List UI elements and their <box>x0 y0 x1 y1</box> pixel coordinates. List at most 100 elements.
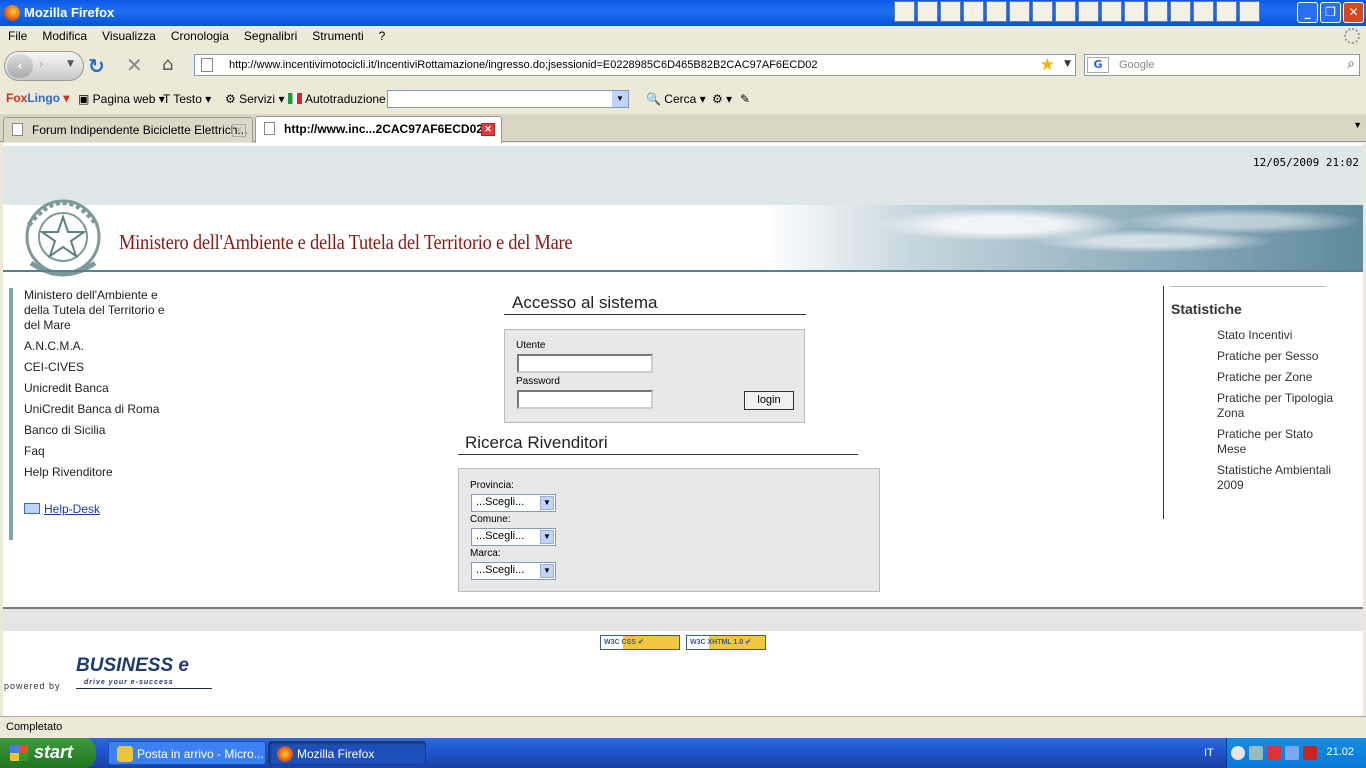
stop-icon[interactable]: ✕ <box>126 55 143 75</box>
pagina-web-button[interactable]: ▣ Pagina web ▾ <box>78 92 165 106</box>
stats-link-stato-incentivi[interactable]: Stato Incentivi <box>1217 328 1337 343</box>
menu-cronologia[interactable]: Cronologia <box>171 26 236 46</box>
menu-file[interactable]: File <box>8 26 34 46</box>
word-icon[interactable] <box>1078 1 1099 22</box>
menu-modifica[interactable]: Modifica <box>42 26 94 46</box>
stats-link-zone[interactable]: Pratiche per Zone <box>1217 370 1337 385</box>
app-icon[interactable] <box>986 1 1007 22</box>
start-button[interactable]: start <box>0 738 96 768</box>
left-navigation: Ministero dell'Ambiente e della Tutela d… <box>9 288 169 540</box>
username-input[interactable] <box>517 354 653 373</box>
nav-link-banco-sicilia[interactable]: Banco di Sicilia <box>24 423 169 438</box>
comune-value: ...Scegli... <box>476 530 525 542</box>
nav-link-help-rivenditore[interactable]: Help Rivenditore <box>24 465 169 480</box>
task-label: Posta in arrivo - Micro... <box>137 747 264 761</box>
nav-link-unicredit[interactable]: Unicredit Banca <box>24 381 169 396</box>
foxlingo-select[interactable]: ▼ <box>387 90 629 108</box>
network-icon[interactable] <box>1249 746 1263 760</box>
menu-visualizza[interactable]: Visualizza <box>102 26 163 46</box>
testo-button[interactable]: T Testo ▾ <box>163 92 211 106</box>
nav-link-ancma[interactable]: A.N.C.M.A. <box>24 339 169 354</box>
nav-link-ministero[interactable]: Ministero dell'Ambiente e della Tutela d… <box>24 288 169 333</box>
search-bar[interactable]: G Google ⌕ <box>1084 54 1360 76</box>
url-dropdown-icon[interactable]: ▼ <box>1064 59 1071 69</box>
tray-collapse-icon[interactable] <box>1231 746 1245 760</box>
taskbar-item-outlook[interactable]: Posta in arrivo - Micro... <box>108 741 266 765</box>
app-icon[interactable] <box>1239 1 1260 22</box>
page-icon <box>12 123 23 136</box>
menu-strumenti[interactable]: Strumenti <box>312 26 370 46</box>
menu-segnalibri[interactable]: Segnalibri <box>244 26 304 46</box>
home-icon[interactable]: ⌂ <box>162 55 173 75</box>
comune-select[interactable]: ...Scegli... ▼ <box>471 528 556 546</box>
excel-icon[interactable] <box>1101 1 1122 22</box>
tab-close-icon[interactable]: ✕ <box>232 124 246 137</box>
password-input[interactable] <box>517 390 653 409</box>
tab-incentivi[interactable]: http://www.inc...2CAC97AF6ECD02 ✕ <box>255 116 502 143</box>
tab-bar: Forum Indipendente Biciclette Elettrich.… <box>0 114 1366 143</box>
url-bar[interactable]: http://www.incentivimotocicli.it/Incenti… <box>194 54 1076 76</box>
windows-logo-icon <box>10 745 28 761</box>
w3c-css-badge[interactable]: W3C CSS ✔ <box>600 635 680 650</box>
close-button[interactable]: ✕ <box>1343 2 1364 23</box>
tab-list-icon[interactable]: ▼ <box>1353 120 1362 130</box>
nav-link-cei-cives[interactable]: CEI-CIVES <box>24 360 169 375</box>
app-icon[interactable] <box>1147 1 1168 22</box>
stats-link-sesso[interactable]: Pratiche per Sesso <box>1217 349 1337 364</box>
back-button[interactable]: ‹ <box>7 54 33 78</box>
settings-gear-icon[interactable]: ⚙ ▾ <box>712 92 732 106</box>
maximize-button[interactable]: ❐ <box>1320 2 1341 23</box>
security-icon[interactable] <box>1303 746 1317 760</box>
helpdesk-label[interactable]: Help-Desk <box>44 502 100 516</box>
reload-icon[interactable]: ↻ <box>88 56 105 76</box>
app-icon[interactable] <box>1009 1 1030 22</box>
stats-link-stato-mese[interactable]: Pratiche per Stato Mese <box>1217 427 1337 457</box>
page-icon <box>201 58 213 72</box>
app-icon[interactable] <box>894 1 915 22</box>
login-button[interactable]: login <box>744 391 794 410</box>
w3c-xhtml-badge[interactable]: W3C XHTML 1.0 ✔ <box>686 635 766 650</box>
app-icon[interactable] <box>917 1 938 22</box>
helpdesk-link[interactable]: Help-Desk <box>24 502 169 517</box>
business-e-logo[interactable]: BUSINESS e drive your e-success <box>76 655 212 689</box>
nav-link-unicredit-roma[interactable]: UniCredit Banca di Roma <box>24 402 169 417</box>
antivirus-icon[interactable] <box>1267 746 1281 760</box>
provincia-select[interactable]: ...Scegli... ▼ <box>471 494 556 512</box>
menu-help[interactable]: ? <box>379 26 393 46</box>
stats-link-tipologia-zona[interactable]: Pratiche per Tipologia Zona <box>1217 391 1337 421</box>
window-title-bar: Mozilla Firefox _ ❐ ✕ <box>0 0 1366 26</box>
app-icon[interactable] <box>1170 1 1191 22</box>
app-icon[interactable] <box>1032 1 1053 22</box>
app-icon[interactable] <box>1216 1 1237 22</box>
tab-close-icon[interactable]: ✕ <box>481 123 495 136</box>
search-icon[interactable]: ⌕ <box>1347 56 1355 72</box>
history-dropdown[interactable]: ▼ <box>67 59 74 69</box>
stats-link-ambientali[interactable]: Statistiche Ambientali 2009 <box>1217 463 1337 493</box>
signal-icon[interactable] <box>1285 746 1299 760</box>
mail-icon[interactable] <box>940 1 961 22</box>
firefox-icon <box>4 5 20 21</box>
language-indicator[interactable]: IT <box>1204 747 1214 759</box>
minimize-button[interactable]: _ <box>1297 2 1318 23</box>
search-placeholder[interactable]: Google <box>1119 59 1154 71</box>
autotraduzione-button[interactable]: Autotraduzione <box>288 92 386 106</box>
app-icon[interactable] <box>1055 1 1076 22</box>
app-icon[interactable] <box>1193 1 1214 22</box>
url-text[interactable]: http://www.incentivimotocicli.it/Incenti… <box>229 59 818 71</box>
google-engine-icon[interactable]: G <box>1087 57 1109 73</box>
nav-link-faq[interactable]: Faq <box>24 444 169 459</box>
cerca-button[interactable]: 🔍 Cerca ▾ <box>646 92 706 106</box>
bookmark-star-icon[interactable]: ★ <box>1040 55 1055 75</box>
servizi-button[interactable]: ⚙ Servizi ▾ <box>225 92 284 106</box>
marca-select[interactable]: ...Scegli... ▼ <box>471 562 556 580</box>
forward-button[interactable]: › <box>39 57 44 71</box>
status-text: Completato <box>6 721 63 733</box>
foxlingo-logo[interactable]: FoxLingo ▾ <box>6 91 69 105</box>
login-form: Utente Password login <box>504 329 805 423</box>
app-icon[interactable] <box>963 1 984 22</box>
tab-forum[interactable]: Forum Indipendente Biciclette Elettrich.… <box>3 117 253 142</box>
app-icon[interactable] <box>1124 1 1145 22</box>
banner-divider <box>3 270 1363 272</box>
taskbar-item-firefox[interactable]: Mozilla Firefox <box>268 741 426 765</box>
edit-icon[interactable]: ✎ <box>740 92 750 106</box>
